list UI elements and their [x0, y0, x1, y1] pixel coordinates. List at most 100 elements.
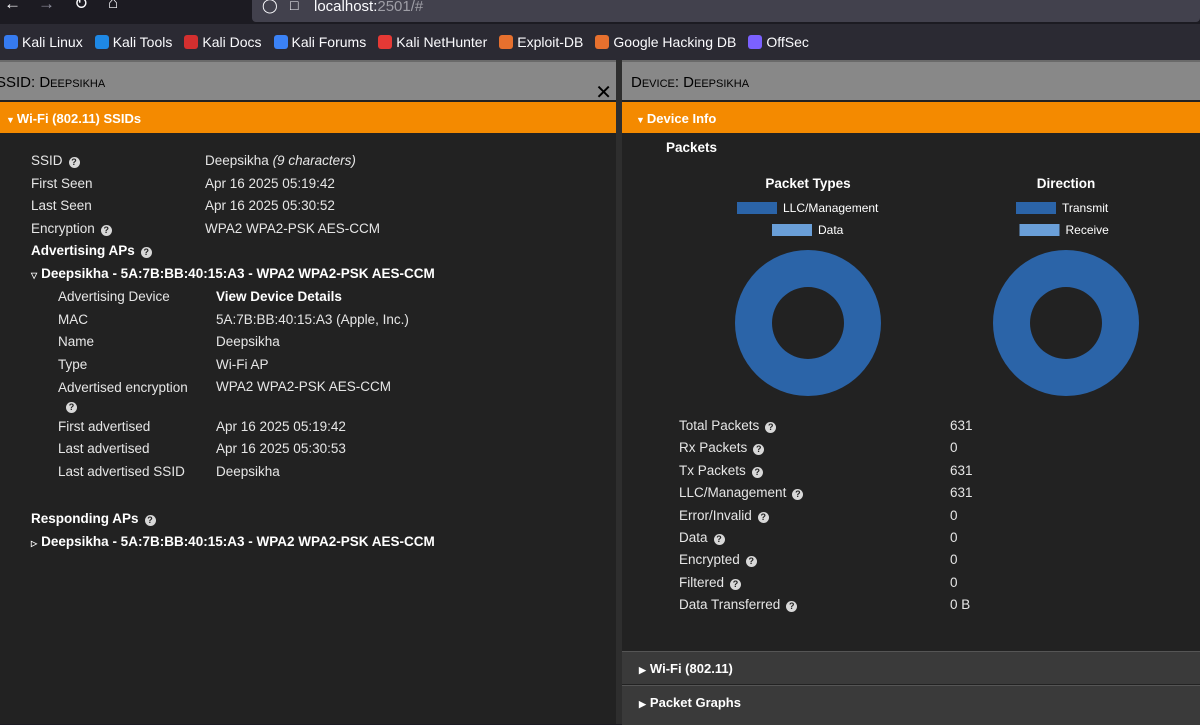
help-icon[interactable]: ? — [66, 402, 77, 413]
stat-value: 631 — [950, 418, 973, 433]
caret-right-icon: ▷ — [31, 539, 38, 548]
legend-swatch — [772, 224, 812, 236]
legend-label: LLC/Management — [783, 201, 879, 215]
offsec-icon — [748, 35, 763, 49]
bookmark-item[interactable]: Exploit-DB — [499, 34, 583, 50]
ssid-panel: SSID: Deepsikha ✕ ▼ Wi-Fi (802.11) SSIDs … — [0, 60, 616, 724]
advertising-aps-label: Advertising APs? — [31, 243, 152, 258]
advertised-encryption-value: WPA2 WPA2-PSK AES-CCM — [216, 379, 392, 394]
bookmarks-bar: Kali Linux Kali Tools Kali Docs Kali Forums… — [0, 24, 1200, 60]
nethunter-icon — [378, 35, 393, 49]
help-icon[interactable]: ? — [745, 556, 757, 568]
help-icon[interactable]: ? — [730, 578, 742, 590]
bookmark-label: Google Hacking DB — [613, 34, 737, 50]
stat-label: Error/Invalid? — [679, 508, 769, 523]
bookmark-label: Kali NetHunter — [396, 34, 488, 50]
chart-title: Packet Types — [765, 176, 850, 191]
encryption-value: WPA2 WPA2-PSK AES-CCM — [205, 221, 381, 236]
caret-down-icon: ▼ — [636, 115, 645, 125]
forward-arrow-icon[interactable]: → — [38, 0, 55, 16]
chart-title: Direction — [1037, 176, 1096, 191]
last-advertised-value: Apr 16 2025 05:30:53 — [216, 441, 346, 456]
kali-tools-icon — [94, 35, 109, 49]
home-icon[interactable]: ⌂ — [108, 0, 118, 15]
legend-swatch — [1019, 224, 1060, 236]
responding-ap-header[interactable]: ▷ Deepsikha - 5A:7B:BB:40:15:A3 - WPA2 WP… — [31, 534, 435, 549]
stat-value: 0 B — [950, 597, 971, 613]
kali-docs-icon — [184, 35, 199, 49]
last-advertised-ssid-label: Last advertised SSID — [58, 464, 185, 479]
stat-label: Rx Packets? — [679, 440, 765, 456]
first-seen-label: First Seen — [31, 176, 93, 191]
stat-label: Tx Packets? — [679, 463, 763, 478]
caret-right-icon: ▶ — [639, 699, 646, 709]
stat-label: LLC/Management? — [679, 485, 804, 501]
wifi-section-header[interactable]: ▶ Wi-Fi (802.11) — [622, 651, 1200, 684]
packet-graphs-section-header[interactable]: ▶ Packet Graphs — [622, 685, 1200, 725]
kali-forums-icon — [273, 35, 288, 49]
help-icon[interactable]: ? — [753, 444, 765, 456]
bookmark-item[interactable]: Google Hacking DB — [595, 34, 736, 50]
name-label: Name — [58, 334, 95, 349]
last-advertised-ssid-value: Deepsikha — [216, 464, 280, 479]
back-arrow-icon[interactable]: ← — [4, 0, 21, 16]
help-icon[interactable]: ? — [100, 225, 112, 236]
help-icon[interactable]: ? — [792, 489, 804, 501]
bookmark-item[interactable]: Kali Linux — [4, 34, 83, 50]
ssid-section-header[interactable]: ▼ Wi-Fi (802.11) SSIDs — [0, 102, 616, 133]
help-icon[interactable]: ? — [68, 157, 80, 168]
help-icon[interactable]: ? — [140, 247, 152, 258]
stat-value: 631 — [950, 462, 973, 478]
donut-slice[interactable] — [735, 250, 881, 396]
first-seen-value: Apr 16 2025 05:19:42 — [205, 176, 335, 191]
last-advertised-label: Last advertised — [58, 441, 150, 456]
advertised-encryption-label: Advertised encryption? — [58, 380, 188, 413]
legend-swatch — [1016, 202, 1056, 214]
shield-icon[interactable]: ◯ — [262, 0, 278, 14]
help-icon[interactable]: ? — [751, 466, 763, 478]
ssid-details: SSID? Deepsikha (9 characters) First See… — [4, 133, 616, 724]
legend-label: Transmit — [1062, 201, 1109, 215]
url-bar[interactable]: ◯ □ localhost:2501/# — [252, 0, 1200, 22]
advertising-ap-header[interactable]: ▽ Deepsikha - 5A:7B:BB:40:15:A3 - WPA2 WP… — [31, 266, 435, 281]
legend-swatch — [737, 202, 777, 214]
help-icon[interactable]: ? — [765, 422, 777, 433]
donut-slice[interactable] — [993, 250, 1139, 396]
bookmark-item[interactable]: Kali Tools — [94, 34, 172, 50]
ssid-label: SSID? — [31, 153, 80, 168]
help-icon[interactable]: ? — [144, 515, 156, 526]
device-panel: Device: Deepsikha ▼ Device Info Packets P… — [622, 60, 1200, 724]
legend-label: Receive — [1066, 223, 1110, 237]
first-advertised-label: First advertised — [58, 419, 151, 434]
help-icon[interactable]: ? — [713, 534, 725, 545]
advertising-device-label: Advertising Device — [58, 289, 170, 304]
mac-label: MAC — [58, 312, 88, 327]
stat-value: 0 — [950, 440, 958, 456]
bookmark-label: Kali Forums — [291, 34, 367, 50]
reload-icon[interactable]: ↻ — [74, 0, 88, 16]
url-text: localhost:2501/# — [314, 0, 424, 15]
help-icon[interactable]: ? — [757, 511, 769, 523]
bookmark-item[interactable]: Kali Forums — [273, 34, 367, 50]
stat-label: Data? — [679, 530, 725, 545]
help-icon[interactable]: ? — [786, 601, 798, 613]
stat-value: 0 — [950, 552, 958, 568]
stat-value: 631 — [950, 485, 973, 501]
view-device-details-link[interactable]: View Device Details — [216, 289, 342, 304]
ssid-panel-title: SSID: Deepsikha ✕ — [0, 60, 616, 104]
close-icon[interactable]: ✕ — [595, 72, 612, 114]
device-info-section-header[interactable]: ▼ Device Info — [622, 102, 1200, 133]
responding-aps-label: Responding APs? — [31, 511, 156, 526]
bookmark-label: OffSec — [766, 34, 809, 50]
bookmark-item[interactable]: OffSec — [748, 34, 809, 50]
name-value: Deepsikha — [216, 334, 280, 349]
last-seen-label: Last Seen — [31, 198, 92, 213]
stat-value: 0 — [950, 530, 958, 545]
bookmark-item[interactable]: Kali Docs — [184, 34, 262, 50]
bookmark-item[interactable]: Kali NetHunter — [378, 34, 487, 50]
ghdb-icon — [595, 35, 610, 49]
stat-label: Total Packets? — [679, 418, 777, 433]
stat-value: 0 — [950, 507, 958, 523]
last-seen-value: Apr 16 2025 05:30:52 — [205, 198, 335, 213]
exploit-db-icon — [499, 35, 514, 49]
